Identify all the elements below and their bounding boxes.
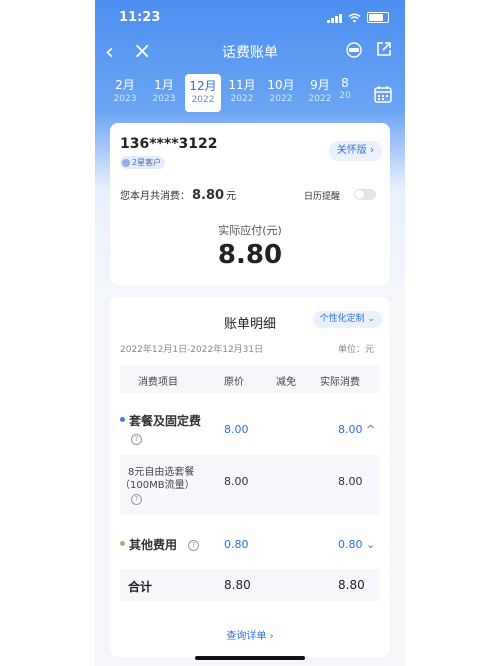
header-actual: 实际消费 [320, 377, 360, 388]
star-badge: 2星客户 [120, 156, 166, 169]
monthly-spend: 您本月共消费： 8.80 元 [120, 188, 237, 203]
total-row: 合计 8.80 8.80 [120, 569, 380, 601]
phone-number: 136****3122 [120, 136, 218, 152]
month-tab[interactable]: 9月 2022 [302, 76, 338, 104]
table-row: 8元自由选套餐 （100MB流量） ? 8.00 8.00 [120, 455, 380, 515]
month-tab[interactable]: 2月 2023 [107, 76, 143, 104]
care-mode-button[interactable]: 关怀版 › [328, 141, 382, 161]
nav-bar: ‹ × 话费账单 [95, 36, 405, 70]
month-tab[interactable]: 11月 2022 [224, 76, 260, 104]
month-tab[interactable]: 8 20 [337, 76, 353, 101]
signal-icon [327, 13, 342, 23]
view-details-link[interactable]: 查询详单 › [110, 627, 390, 642]
status-icons [327, 12, 389, 23]
table-row[interactable]: 套餐及固定费 ? 8.00 8.00 ^ [120, 409, 380, 449]
home-indicator [195, 656, 305, 660]
bullet-icon [120, 417, 125, 422]
share-icon[interactable] [375, 40, 393, 58]
header-original: 原价 [224, 377, 244, 388]
month-tab-selected[interactable]: 12月 2022 [185, 74, 221, 112]
battery-icon [367, 12, 389, 23]
table-row[interactable]: 其他费用 ? 0.80 0.80 ⌄ [120, 533, 380, 557]
help-icon[interactable]: ? [131, 494, 142, 505]
header-item: 消费项目 [138, 377, 178, 388]
calendar-reminder-label: 日历提醒 [303, 192, 340, 202]
header-discount: 减免 [276, 377, 296, 388]
table-header: 消费项目 原价 减免 实际消费 [120, 365, 380, 393]
status-bar: 11:23 [95, 0, 405, 36]
customer-service-icon[interactable] [345, 41, 363, 59]
bill-detail-card: 账单明细 个性化定制 ⌄ 2022年12月1日-2022年12月31日 单位：元… [110, 297, 390, 657]
amount-due: 8.80 [217, 240, 283, 270]
phone-screen: 11:23 ‹ × 话费账单 2月 2023 1月 2023 12月 2022 11月… [95, 0, 405, 666]
status-time: 11:23 [119, 10, 161, 25]
amount-due-label: 实际应付(元) [218, 224, 282, 237]
month-tab[interactable]: 10月 2022 [263, 76, 299, 104]
month-tab[interactable]: 1月 2023 [146, 76, 182, 104]
help-icon[interactable]: ? [131, 434, 142, 445]
bullet-icon [120, 541, 125, 546]
calendar-icon[interactable] [373, 84, 393, 104]
calendar-reminder-toggle[interactable] [354, 189, 376, 200]
wifi-icon [348, 13, 361, 22]
unit-label: 单位：元 [337, 345, 374, 355]
help-icon[interactable]: ? [188, 540, 199, 551]
customize-button[interactable]: 个性化定制 ⌄ [312, 311, 382, 328]
bill-summary-card: 136****3122 2星客户 关怀版 › 您本月共消费： 8.80 元 日历提醒… [110, 123, 390, 285]
month-selector: 2月 2023 1月 2023 12月 2022 11月 2022 10月 2022 9月… [95, 74, 405, 114]
date-range: 2022年12月1日-2022年12月31日 [120, 345, 264, 355]
star-icon [122, 158, 130, 167]
